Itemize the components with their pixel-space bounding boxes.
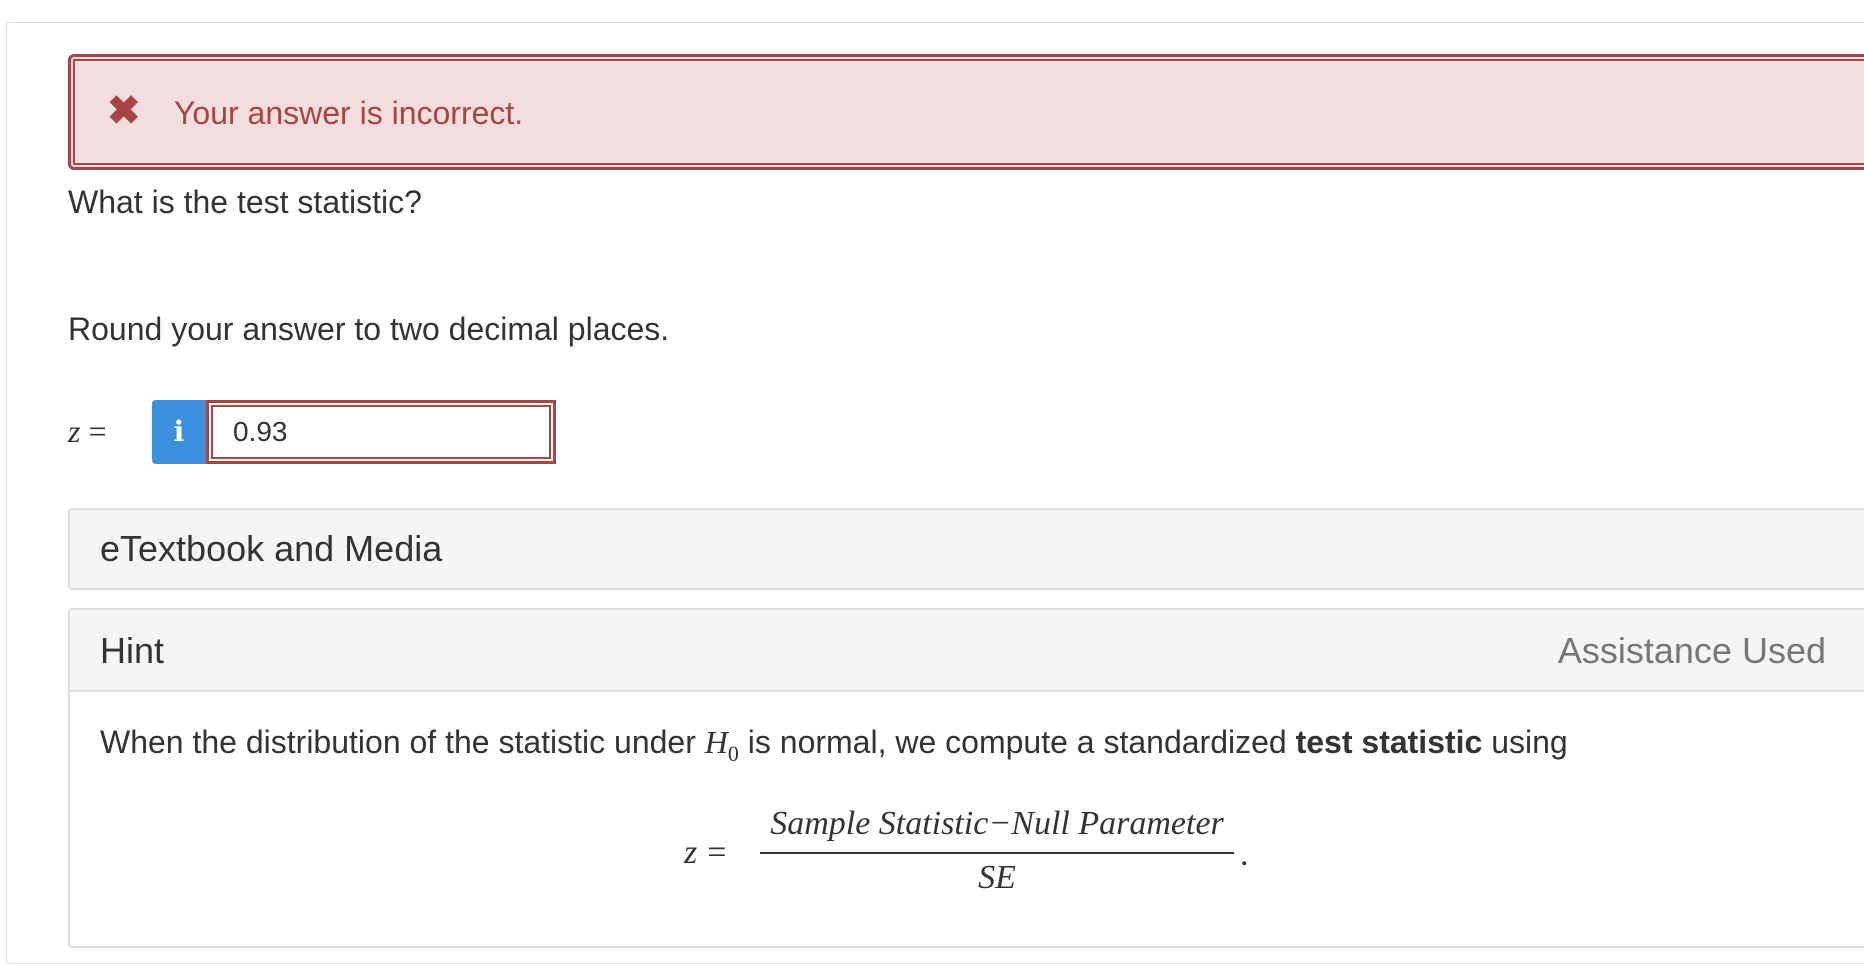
- h0-symbol: H0: [704, 724, 739, 766]
- alert-message: Your answer is incorrect.: [174, 95, 524, 131]
- hint-text-after: using: [1482, 724, 1568, 760]
- hint-title[interactable]: Hint: [100, 630, 164, 672]
- etextbook-panel[interactable]: eTextbook and Media: [68, 508, 1864, 590]
- hint-text: When the distribution of the statistic u…: [100, 724, 1568, 767]
- hint-bold-term: test statistic: [1295, 724, 1483, 760]
- hint-header[interactable]: Hint Assistance Used: [70, 610, 1864, 692]
- assistance-used-label: Assistance Used: [1557, 630, 1826, 671]
- question-prompt: What is the test statistic?: [68, 184, 422, 220]
- hint-text-middle: is normal, we compute a standardized: [738, 724, 1296, 760]
- formula-denominator: SE: [978, 859, 1016, 896]
- info-icon[interactable]: i: [152, 400, 206, 464]
- formula-numerator: Sample Statistic−Null Parameter: [770, 805, 1224, 842]
- formula-period: .: [1240, 836, 1249, 873]
- page: ✖ Your answer is incorrect. What is the …: [0, 0, 1864, 964]
- answer-equals: =: [88, 413, 107, 449]
- answer-label: z =: [68, 413, 107, 450]
- formula-fraction: Sample Statistic−Null Parameter SE: [760, 802, 1234, 898]
- formula-lhs: z =: [684, 834, 727, 871]
- question-instruction: Round your answer to two decimal places.: [68, 311, 670, 347]
- incorrect-alert: ✖ Your answer is incorrect.: [68, 54, 1864, 170]
- answer-input[interactable]: [206, 400, 556, 464]
- etextbook-title[interactable]: eTextbook and Media: [100, 528, 442, 570]
- hint-text-before: When the distribution of the statistic u…: [100, 724, 705, 760]
- x-mark-icon: ✖: [107, 89, 141, 133]
- answer-variable: z: [68, 413, 81, 449]
